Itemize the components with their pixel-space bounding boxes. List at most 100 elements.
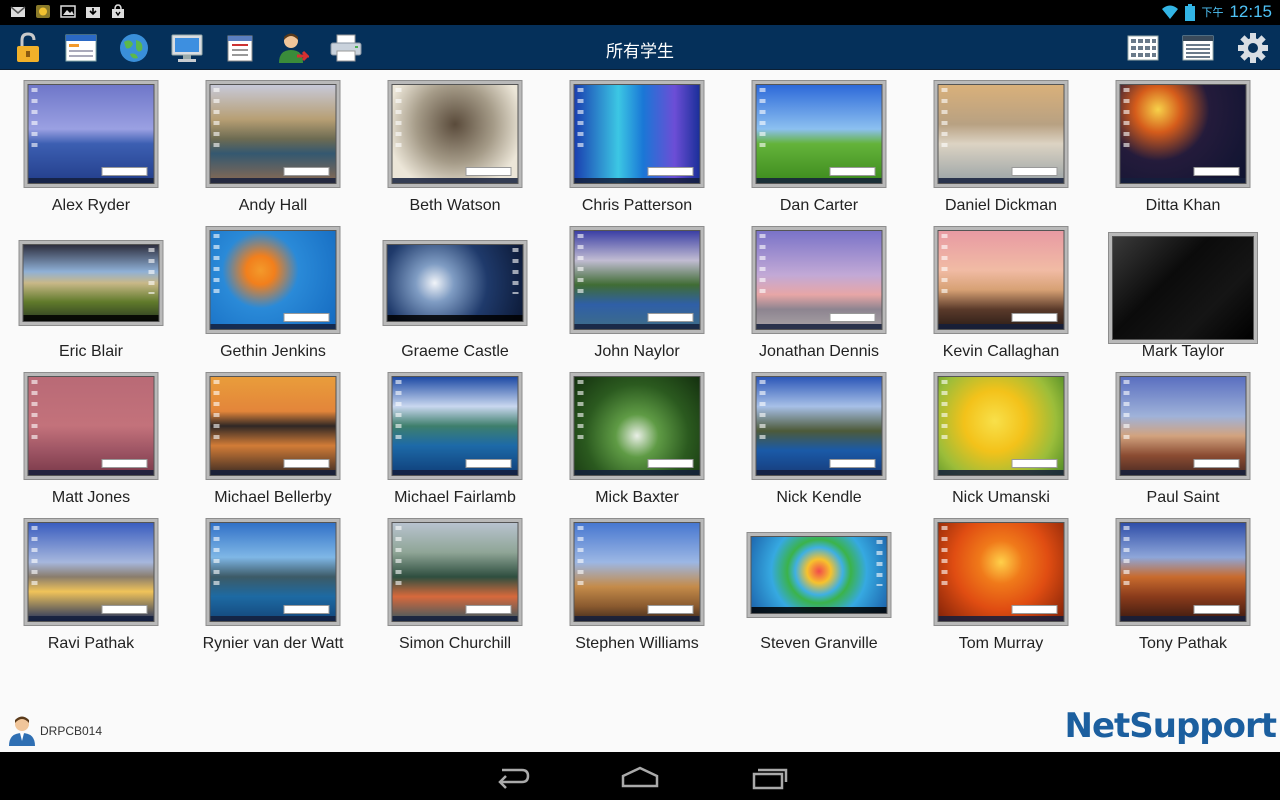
student-screen-thumbnail[interactable] — [933, 226, 1069, 334]
student-tile[interactable]: Simon Churchill — [364, 514, 546, 660]
desktop-icons — [395, 380, 402, 439]
student-screen-thumbnail[interactable] — [751, 226, 887, 334]
student-thumbnails-area: Alex Ryder Andy Hall Beth Watson Chris Patt… — [0, 70, 1280, 752]
student-screen-thumbnail[interactable] — [18, 240, 164, 326]
student-screen-thumbnail[interactable] — [751, 372, 887, 480]
student-screen-thumbnail[interactable] — [23, 80, 159, 188]
student-name: Kevin Callaghan — [942, 343, 1060, 360]
student-tile[interactable]: Michael Fairlamb — [364, 368, 546, 514]
student-screen-thumbnail[interactable] — [387, 372, 523, 480]
lock-button[interactable] — [10, 30, 45, 65]
student-tile[interactable]: Graeme Castle — [364, 222, 546, 368]
desktop-icons — [577, 526, 584, 585]
student-tile[interactable]: Chris Patterson — [546, 76, 728, 222]
student-screen-thumbnail[interactable] — [1115, 372, 1251, 480]
student-screen-thumbnail[interactable] — [569, 372, 705, 480]
notification-balloon — [283, 459, 330, 468]
user-icon — [278, 33, 309, 63]
student-tile[interactable]: Gethin Jenkins — [182, 222, 364, 368]
taskbar — [938, 470, 1064, 475]
student-screen-thumbnail[interactable] — [205, 518, 341, 626]
student-tile[interactable]: Kevin Callaghan — [910, 222, 1092, 368]
student-tile[interactable]: Andy Hall — [182, 76, 364, 222]
student-tile[interactable]: Beth Watson — [364, 76, 546, 222]
recent-apps-button[interactable] — [750, 764, 790, 790]
window-button[interactable] — [63, 30, 98, 65]
student-tile[interactable]: Rynier van der Watt — [182, 514, 364, 660]
student-tile[interactable]: Jonathan Dennis — [728, 222, 910, 368]
student-tile[interactable]: Ditta Khan — [1092, 76, 1274, 222]
web-button[interactable] — [116, 30, 151, 65]
student-tile[interactable]: Tom Murray — [910, 514, 1092, 660]
wifi-icon — [1162, 5, 1179, 19]
notification-app-icon — [36, 5, 50, 18]
student-tile[interactable]: Matt Jones — [0, 368, 182, 514]
student-screen-thumbnail[interactable] — [746, 532, 892, 618]
student-button[interactable] — [275, 30, 310, 65]
toolbar-right-actions — [1125, 30, 1270, 65]
taskbar — [756, 324, 882, 329]
desktop-wallpaper — [937, 376, 1065, 476]
student-screen-thumbnail[interactable] — [569, 518, 705, 626]
notes-button[interactable] — [222, 30, 257, 65]
student-tile[interactable]: Alex Ryder — [0, 76, 182, 222]
student-screen-thumbnail[interactable] — [933, 80, 1069, 188]
thumbnail-view-button[interactable] — [1125, 30, 1160, 65]
student-tile[interactable]: Dan Carter — [728, 76, 910, 222]
student-tile[interactable]: Paul Saint — [1092, 368, 1274, 514]
student-screen-thumbnail[interactable] — [569, 80, 705, 188]
student-screen-thumbnail[interactable] — [382, 240, 528, 326]
student-name: Graeme Castle — [401, 343, 509, 360]
details-view-button[interactable] — [1180, 30, 1215, 65]
taskbar — [751, 607, 887, 613]
student-screen-thumbnail[interactable] — [205, 80, 341, 188]
student-tile[interactable]: Steven Granville — [728, 514, 910, 660]
taskbar — [1120, 178, 1246, 183]
student-tile[interactable]: Stephen Williams — [546, 514, 728, 660]
student-screen-thumbnail[interactable] — [387, 518, 523, 626]
student-screen-thumbnail[interactable] — [1115, 80, 1251, 188]
student-screen-thumbnail[interactable] — [569, 226, 705, 334]
student-tile[interactable]: Ravi Pathak — [0, 514, 182, 660]
student-name: Alex Ryder — [51, 197, 131, 214]
student-tile[interactable]: John Naylor — [546, 222, 728, 368]
print-button[interactable] — [328, 30, 363, 65]
settings-button[interactable] — [1235, 30, 1270, 65]
student-screen-thumbnail[interactable] — [205, 226, 341, 334]
desktop-icons — [1123, 88, 1130, 147]
student-screen-thumbnail[interactable] — [205, 372, 341, 480]
desktop-wallpaper — [937, 522, 1065, 622]
lock-icon — [16, 31, 39, 62]
student-tile[interactable]: Nick Kendle — [728, 368, 910, 514]
recent-apps-icon — [752, 768, 788, 790]
desktop-wallpaper — [27, 522, 155, 622]
student-screen-thumbnail[interactable] — [933, 518, 1069, 626]
student-tile[interactable]: Mick Baxter — [546, 368, 728, 514]
home-button[interactable] — [620, 764, 660, 790]
student-tile[interactable]: Tony Pathak — [1092, 514, 1274, 660]
student-screen-thumbnail[interactable] — [751, 80, 887, 188]
gear-icon — [1237, 32, 1268, 63]
student-tile[interactable]: Nick Umanski — [910, 368, 1092, 514]
student-tile[interactable]: Mark Taylor — [1092, 222, 1274, 368]
monitor-button[interactable] — [169, 30, 204, 65]
student-screen-thumbnail[interactable] — [387, 80, 523, 188]
notification-balloon — [101, 459, 148, 468]
student-screen-thumbnail[interactable] — [933, 372, 1069, 480]
notification-balloon — [1193, 605, 1240, 614]
desktop-icons — [577, 234, 584, 293]
taskbar — [1120, 470, 1246, 475]
desktop-icons — [31, 88, 38, 147]
student-tile[interactable]: Daniel Dickman — [910, 76, 1092, 222]
student-tile[interactable]: Michael Bellerby — [182, 368, 364, 514]
student-screen-thumbnail[interactable] — [23, 372, 159, 480]
student-screen-thumbnail[interactable] — [1108, 232, 1258, 344]
back-button[interactable] — [492, 764, 532, 790]
student-name: Tom Murray — [958, 635, 1044, 652]
student-screen-thumbnail[interactable] — [1115, 518, 1251, 626]
student-screen-thumbnail[interactable] — [23, 518, 159, 626]
desktop-icons — [31, 380, 38, 439]
student-tile[interactable]: Eric Blair — [0, 222, 182, 368]
download-icon — [86, 7, 100, 18]
window-icon — [65, 34, 96, 61]
